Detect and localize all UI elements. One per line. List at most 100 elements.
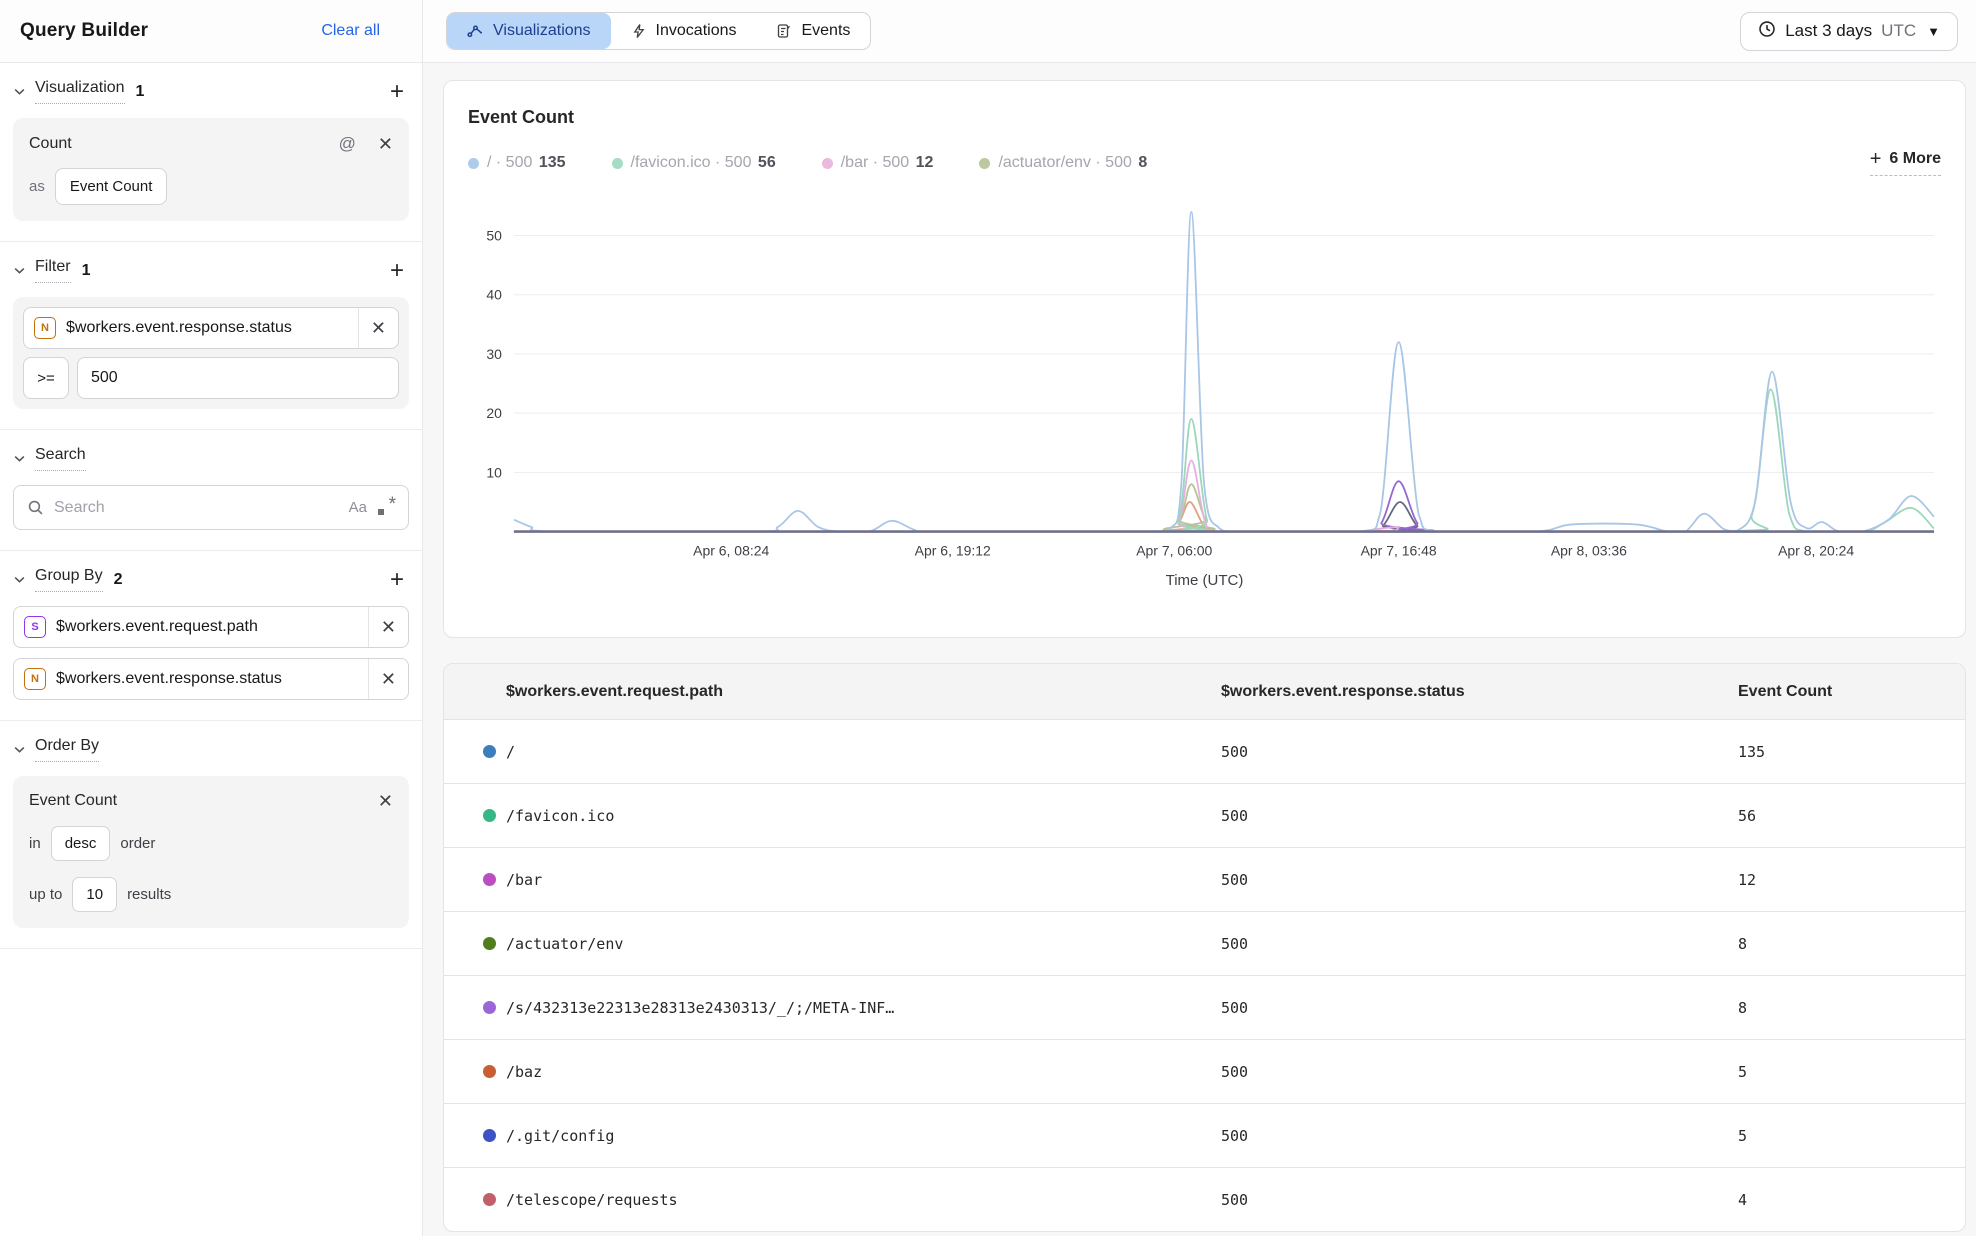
filter-label[interactable]: Filter (35, 258, 71, 283)
search-input[interactable] (54, 499, 339, 517)
series-color-dot (483, 873, 496, 886)
legend-item[interactable]: /favicon.ico · 500 56 (612, 154, 776, 172)
y-axis-tick: 50 (486, 228, 502, 244)
as-label: as (29, 178, 45, 195)
add-filter-button[interactable]: + (385, 261, 409, 281)
filter-section: Filter 1 + N $workers.event.response.sta… (0, 242, 422, 430)
table-row[interactable]: /baz5005 (444, 1039, 1965, 1103)
events-icon (776, 23, 792, 39)
remove-visualization-icon[interactable]: ✕ (378, 135, 393, 153)
legend-item[interactable]: /bar · 500 12 (822, 154, 934, 172)
aggregation-name: Count (29, 135, 72, 153)
chart-title: Event Count (468, 107, 1941, 128)
column-header[interactable]: $workers.event.request.path (444, 683, 1221, 701)
legend-label: /bar · 500 12 (841, 154, 934, 172)
group-by-field-name: $workers.event.response.status (56, 670, 368, 688)
series-color-dot (483, 745, 496, 758)
lightning-icon (631, 23, 647, 39)
add-visualization-button[interactable]: + (385, 82, 409, 102)
event-count-cell: 12 (1738, 871, 1965, 889)
x-axis-tick: Apr 8, 20:24 (1778, 542, 1854, 558)
table-row[interactable]: /actuator/env5008 (444, 911, 1965, 975)
group-by-chip[interactable]: S $workers.event.request.path ✕ (13, 606, 409, 648)
string-type-icon: S (24, 616, 46, 638)
series-line (514, 481, 1934, 531)
time-range-button[interactable]: Last 3 days UTC ▼ (1740, 12, 1958, 51)
series-color-dot (483, 1129, 496, 1142)
event-count-cell: 135 (1738, 743, 1965, 761)
table-row[interactable]: /s/432313e22313e28313e2430313/_/;/META-I… (444, 975, 1965, 1039)
chevron-down-icon[interactable] (13, 264, 26, 277)
table-row[interactable]: /.git/config5005 (444, 1103, 1965, 1167)
request-path-cell: /s/432313e22313e28313e2430313/_/;/META-I… (506, 999, 924, 1017)
column-header[interactable]: Event Count (1738, 683, 1965, 701)
legend-label: /actuator/env · 500 8 (998, 154, 1147, 172)
tab-events[interactable]: Events (756, 13, 870, 49)
order-direction-select[interactable]: desc (51, 826, 111, 861)
filter-field-name: $workers.event.response.status (66, 319, 358, 337)
request-path-cell: /telescope/requests (506, 1191, 708, 1209)
line-chart[interactable]: 1020304050Apr 6, 08:24Apr 6, 19:12Apr 7,… (468, 192, 1941, 568)
filter-card: N $workers.event.response.status ✕ >= 50… (13, 297, 409, 409)
filter-value-input[interactable]: 500 (77, 357, 399, 399)
group-by-label[interactable]: Group By (35, 567, 103, 592)
filter-operator[interactable]: >= (23, 357, 69, 399)
order-by-field: Event Count (29, 792, 117, 810)
table-row[interactable]: /bar50012 (444, 847, 1965, 911)
legend-item[interactable]: / · 500 135 (468, 154, 566, 172)
legend-item[interactable]: /actuator/env · 500 8 (979, 154, 1147, 172)
chevron-down-icon[interactable] (13, 85, 26, 98)
chevron-down-icon[interactable] (13, 452, 26, 465)
table-row[interactable]: /favicon.ico50056 (444, 783, 1965, 847)
alias-value-box[interactable]: Event Count (55, 168, 168, 205)
event-count-cell: 8 (1738, 935, 1965, 953)
query-builder-header: Query Builder Clear all (0, 0, 423, 62)
request-path-cell: / (506, 743, 545, 761)
legend-label: /favicon.ico · 500 56 (631, 154, 776, 172)
x-axis-tick: Apr 6, 19:12 (915, 542, 991, 558)
remove-filter-icon[interactable]: ✕ (358, 308, 398, 348)
visualization-label[interactable]: Visualization (35, 79, 125, 104)
remove-order-by-icon[interactable]: ✕ (378, 792, 393, 810)
y-axis-tick: 20 (486, 405, 502, 421)
regex-icon[interactable]: * (377, 499, 395, 517)
event-count-cell: 5 (1738, 1063, 1965, 1081)
tab-invocations[interactable]: Invocations (611, 13, 757, 49)
clear-all-link[interactable]: Clear all (321, 22, 380, 40)
query-builder-page: Query Builder Clear all Visualizations In… (0, 0, 1976, 1236)
order-word: order (120, 835, 155, 852)
visualization-count: 1 (136, 83, 145, 101)
limit-input[interactable]: 10 (72, 877, 117, 912)
remove-group-by-icon[interactable]: ✕ (368, 607, 408, 647)
search-section: Search Aa * (0, 430, 422, 551)
remove-group-by-icon[interactable]: ✕ (368, 659, 408, 699)
chevron-down-icon[interactable] (13, 573, 26, 586)
order-by-section: Order By Event Count ✕ in desc order up … (0, 721, 422, 949)
event-count-cell: 56 (1738, 807, 1965, 825)
tab-visualizations[interactable]: Visualizations (447, 13, 611, 49)
at-icon[interactable]: @ (339, 134, 356, 154)
response-status-cell: 500 (1221, 1127, 1738, 1145)
x-axis-tick: Apr 7, 16:48 (1361, 542, 1437, 558)
match-case-icon[interactable]: Aa (349, 499, 367, 516)
view-tab-group: Visualizations Invocations Events (446, 12, 871, 50)
x-axis-title: Time (UTC) (468, 572, 1941, 589)
order-by-label[interactable]: Order By (35, 737, 99, 762)
response-status-cell: 500 (1221, 871, 1738, 889)
chart-svg: 1020304050Apr 6, 08:24Apr 6, 19:12Apr 7,… (468, 192, 1941, 563)
search-label[interactable]: Search (35, 446, 86, 471)
tab-label: Invocations (656, 22, 737, 40)
response-status-cell: 500 (1221, 743, 1738, 761)
time-zone-label: UTC (1881, 21, 1916, 41)
chevron-down-icon[interactable] (13, 743, 26, 756)
tab-label: Visualizations (493, 22, 591, 40)
group-by-chip[interactable]: N $workers.event.response.status ✕ (13, 658, 409, 700)
legend-more-button[interactable]: + 6 More (1870, 150, 1941, 176)
series-color-dot (483, 1001, 496, 1014)
column-header[interactable]: $workers.event.response.status (1221, 683, 1738, 701)
filter-field-chip[interactable]: N $workers.event.response.status ✕ (23, 307, 399, 349)
add-group-by-button[interactable]: + (385, 570, 409, 590)
series-color-dot (822, 158, 833, 169)
table-row[interactable]: /telescope/requests5004 (444, 1167, 1965, 1231)
table-row[interactable]: / 500135 (444, 719, 1965, 783)
